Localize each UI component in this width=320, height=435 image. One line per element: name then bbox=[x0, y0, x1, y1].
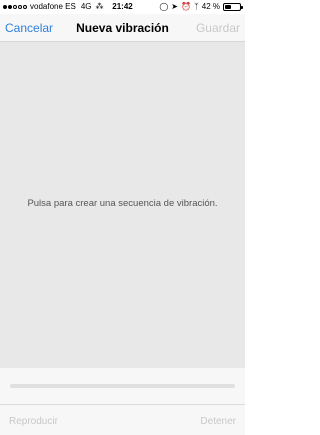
navigation-bar: Cancelar Nueva vibración Guardar bbox=[0, 14, 245, 42]
battery-percentage: 42 % bbox=[201, 2, 220, 11]
vibration-tap-area[interactable]: Pulsa para crear una secuencia de vibrac… bbox=[0, 42, 245, 368]
battery-icon bbox=[223, 2, 243, 11]
alarm-icon: ⏰ bbox=[180, 1, 191, 11]
battery-fill bbox=[225, 4, 231, 9]
location-icon: ➤ bbox=[171, 1, 178, 11]
status-bar: vodafone ES 4G ⁂ 21:42 ◯ ➤ ⏰ ᛉ 42 % bbox=[0, 0, 245, 14]
playback-controls: Reproducir Detener bbox=[0, 368, 245, 435]
controls-divider bbox=[0, 404, 245, 405]
save-button[interactable]: Guardar bbox=[196, 21, 240, 35]
bluetooth-icon: ᛉ bbox=[193, 1, 199, 11]
stop-button[interactable]: Detener bbox=[200, 416, 236, 427]
status-right: ◯ ➤ ⏰ ᛉ 42 % bbox=[159, 1, 243, 11]
play-button[interactable]: Reproducir bbox=[9, 416, 58, 427]
vibration-progress-track bbox=[10, 384, 235, 388]
orientation-lock-icon: ◯ bbox=[159, 1, 169, 11]
tap-hint-text: Pulsa para crear una secuencia de vibrac… bbox=[27, 198, 218, 209]
